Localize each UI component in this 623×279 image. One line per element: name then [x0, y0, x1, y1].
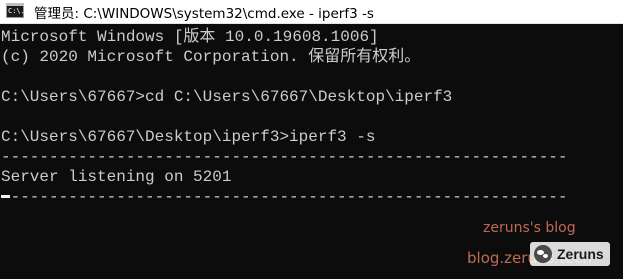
cmd-icon[interactable]: C:\. — [6, 3, 25, 18]
window-titlebar[interactable]: C:\. 管理员: C:\WINDOWS\system32\cmd.exe - … — [0, 0, 623, 24]
watermark-blog-title: zeruns's blog — [483, 220, 576, 236]
console-line: (c) 2020 Microsoft Corporation. 保留所有权利。 — [1, 48, 421, 66]
console-line: C:\Users\67667>cd C:\Users\67667\Desktop… — [1, 88, 453, 106]
watermark-brand: Zeruns — [530, 242, 610, 266]
console-output[interactable]: Microsoft Windows [版本 10.0.19608.1006] (… — [0, 27, 623, 279]
console-line: Microsoft Windows [版本 10.0.19608.1006] — [1, 28, 379, 46]
console-line: Server listening on 5201 — [1, 168, 232, 186]
console-separator: ----------------------------------------… — [1, 148, 568, 166]
console-line: C:\Users\67667\Desktop\iperf3>iperf3 -s — [1, 128, 376, 146]
wechat-icon — [534, 245, 552, 263]
window-title: 管理员: C:\WINDOWS\system32\cmd.exe - iperf… — [34, 5, 374, 22]
console-separator: ----------------------------------------… — [1, 188, 568, 206]
brand-name: Zeruns — [557, 246, 604, 262]
text-cursor — [1, 195, 10, 198]
